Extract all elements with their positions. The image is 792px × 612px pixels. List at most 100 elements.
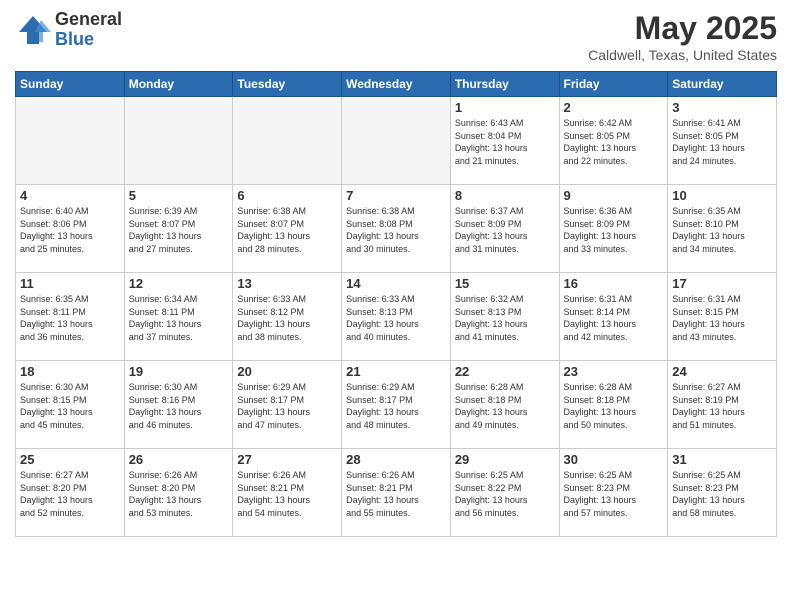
calendar-cell: 21 Sunrise: 6:29 AM Sunset: 8:17 PM Dayli… [342,361,451,449]
calendar-cell: 3 Sunrise: 6:41 AM Sunset: 8:05 PM Daylig… [668,97,777,185]
day-header-tuesday: Tuesday [233,72,342,97]
day-number: 29 [455,452,555,467]
calendar-cell [16,97,125,185]
calendar-cell: 18 Sunrise: 6:30 AM Sunset: 8:15 PM Dayli… [16,361,125,449]
day-number: 18 [20,364,120,379]
calendar-cell: 6Sunrise: 6:38 AM Sunset: 8:07 PM Daylig… [233,185,342,273]
calendar-cell [342,97,451,185]
day-info: Sunrise: 6:28 AM Sunset: 8:18 PM Dayligh… [455,381,555,431]
day-info: Sunrise: 6:34 AM Sunset: 8:11 PM Dayligh… [129,293,229,343]
day-info: Sunrise: 6:27 AM Sunset: 8:19 PM Dayligh… [672,381,772,431]
logo-icon [15,12,51,48]
day-info: Sunrise: 6:29 AM Sunset: 8:17 PM Dayligh… [346,381,446,431]
week-row-0: 1Sunrise: 6:43 AM Sunset: 8:04 PM Daylig… [16,97,777,185]
day-info: Sunrise: 6:42 AM Sunset: 8:05 PM Dayligh… [564,117,664,167]
calendar-cell: 23 Sunrise: 6:28 AM Sunset: 8:18 PM Dayli… [559,361,668,449]
week-row-3: 18 Sunrise: 6:30 AM Sunset: 8:15 PM Dayli… [16,361,777,449]
day-number: 21 [346,364,446,379]
calendar-cell: 9Sunrise: 6:36 AM Sunset: 8:09 PM Daylig… [559,185,668,273]
calendar-cell [233,97,342,185]
day-info: Sunrise: 6:29 AM Sunset: 8:17 PM Dayligh… [237,381,337,431]
day-info: Sunrise: 6:33 AM Sunset: 8:12 PM Dayligh… [237,293,337,343]
day-number: 15 [455,276,555,291]
calendar-cell: 2 Sunrise: 6:42 AM Sunset: 8:05 PM Daylig… [559,97,668,185]
calendar-cell: 7 Sunrise: 6:38 AM Sunset: 8:08 PM Daylig… [342,185,451,273]
day-info: Sunrise: 6:25 AM Sunset: 8:23 PM Dayligh… [564,469,664,519]
calendar-cell: 8 Sunrise: 6:37 AM Sunset: 8:09 PM Daylig… [450,185,559,273]
calendar-cell: 31Sunrise: 6:25 AM Sunset: 8:23 PM Dayli… [668,449,777,537]
calendar-cell: 17 Sunrise: 6:31 AM Sunset: 8:15 PM Dayli… [668,273,777,361]
day-info: Sunrise: 6:32 AM Sunset: 8:13 PM Dayligh… [455,293,555,343]
day-info: Sunrise: 6:28 AM Sunset: 8:18 PM Dayligh… [564,381,664,431]
day-number: 8 [455,188,555,203]
day-header-monday: Monday [124,72,233,97]
page: General Blue May 2025 Caldwell, Texas, U… [0,0,792,612]
day-info: Sunrise: 6:25 AM Sunset: 8:23 PM Dayligh… [672,469,772,519]
calendar-cell: 25 Sunrise: 6:27 AM Sunset: 8:20 PM Dayli… [16,449,125,537]
calendar-cell [124,97,233,185]
days-header-row: SundayMondayTuesdayWednesdayThursdayFrid… [16,72,777,97]
day-number: 22 [455,364,555,379]
calendar: SundayMondayTuesdayWednesdayThursdayFrid… [15,71,777,537]
calendar-cell: 15 Sunrise: 6:32 AM Sunset: 8:13 PM Dayli… [450,273,559,361]
logo-general: General [55,10,122,30]
day-number: 19 [129,364,229,379]
day-number: 10 [672,188,772,203]
day-number: 16 [564,276,664,291]
day-number: 6 [237,188,337,203]
day-number: 2 [564,100,664,115]
day-number: 24 [672,364,772,379]
calendar-cell: 4 Sunrise: 6:40 AM Sunset: 8:06 PM Daylig… [16,185,125,273]
day-info: Sunrise: 6:33 AM Sunset: 8:13 PM Dayligh… [346,293,446,343]
main-title: May 2025 [588,10,777,47]
day-info: Sunrise: 6:25 AM Sunset: 8:22 PM Dayligh… [455,469,555,519]
calendar-cell: 10 Sunrise: 6:35 AM Sunset: 8:10 PM Dayli… [668,185,777,273]
day-info: Sunrise: 6:37 AM Sunset: 8:09 PM Dayligh… [455,205,555,255]
day-info: Sunrise: 6:27 AM Sunset: 8:20 PM Dayligh… [20,469,120,519]
day-info: Sunrise: 6:26 AM Sunset: 8:21 PM Dayligh… [346,469,446,519]
day-number: 25 [20,452,120,467]
day-info: Sunrise: 6:31 AM Sunset: 8:14 PM Dayligh… [564,293,664,343]
calendar-cell: 16 Sunrise: 6:31 AM Sunset: 8:14 PM Dayli… [559,273,668,361]
calendar-cell: 14Sunrise: 6:33 AM Sunset: 8:13 PM Dayli… [342,273,451,361]
day-info: Sunrise: 6:35 AM Sunset: 8:11 PM Dayligh… [20,293,120,343]
day-info: Sunrise: 6:30 AM Sunset: 8:15 PM Dayligh… [20,381,120,431]
calendar-cell: 24 Sunrise: 6:27 AM Sunset: 8:19 PM Dayli… [668,361,777,449]
day-info: Sunrise: 6:35 AM Sunset: 8:10 PM Dayligh… [672,205,772,255]
day-info: Sunrise: 6:30 AM Sunset: 8:16 PM Dayligh… [129,381,229,431]
calendar-cell: 19 Sunrise: 6:30 AM Sunset: 8:16 PM Dayli… [124,361,233,449]
title-area: May 2025 Caldwell, Texas, United States [588,10,777,63]
day-number: 4 [20,188,120,203]
day-info: Sunrise: 6:43 AM Sunset: 8:04 PM Dayligh… [455,117,555,167]
day-header-saturday: Saturday [668,72,777,97]
day-number: 7 [346,188,446,203]
calendar-cell: 11 Sunrise: 6:35 AM Sunset: 8:11 PM Dayli… [16,273,125,361]
day-number: 11 [20,276,120,291]
day-number: 12 [129,276,229,291]
day-number: 28 [346,452,446,467]
calendar-cell: 22 Sunrise: 6:28 AM Sunset: 8:18 PM Dayli… [450,361,559,449]
day-info: Sunrise: 6:26 AM Sunset: 8:21 PM Dayligh… [237,469,337,519]
day-info: Sunrise: 6:36 AM Sunset: 8:09 PM Dayligh… [564,205,664,255]
day-info: Sunrise: 6:31 AM Sunset: 8:15 PM Dayligh… [672,293,772,343]
day-info: Sunrise: 6:38 AM Sunset: 8:08 PM Dayligh… [346,205,446,255]
day-number: 3 [672,100,772,115]
day-info: Sunrise: 6:40 AM Sunset: 8:06 PM Dayligh… [20,205,120,255]
day-number: 17 [672,276,772,291]
day-number: 23 [564,364,664,379]
calendar-cell: 13 Sunrise: 6:33 AM Sunset: 8:12 PM Dayli… [233,273,342,361]
logo-text: General Blue [55,10,122,50]
day-number: 13 [237,276,337,291]
logo: General Blue [15,10,122,50]
day-number: 26 [129,452,229,467]
week-row-2: 11 Sunrise: 6:35 AM Sunset: 8:11 PM Dayli… [16,273,777,361]
day-header-thursday: Thursday [450,72,559,97]
day-header-sunday: Sunday [16,72,125,97]
day-number: 5 [129,188,229,203]
day-number: 27 [237,452,337,467]
calendar-cell: 26Sunrise: 6:26 AM Sunset: 8:20 PM Dayli… [124,449,233,537]
day-info: Sunrise: 6:41 AM Sunset: 8:05 PM Dayligh… [672,117,772,167]
day-number: 20 [237,364,337,379]
header: General Blue May 2025 Caldwell, Texas, U… [15,10,777,63]
calendar-cell: 29 Sunrise: 6:25 AM Sunset: 8:22 PM Dayli… [450,449,559,537]
